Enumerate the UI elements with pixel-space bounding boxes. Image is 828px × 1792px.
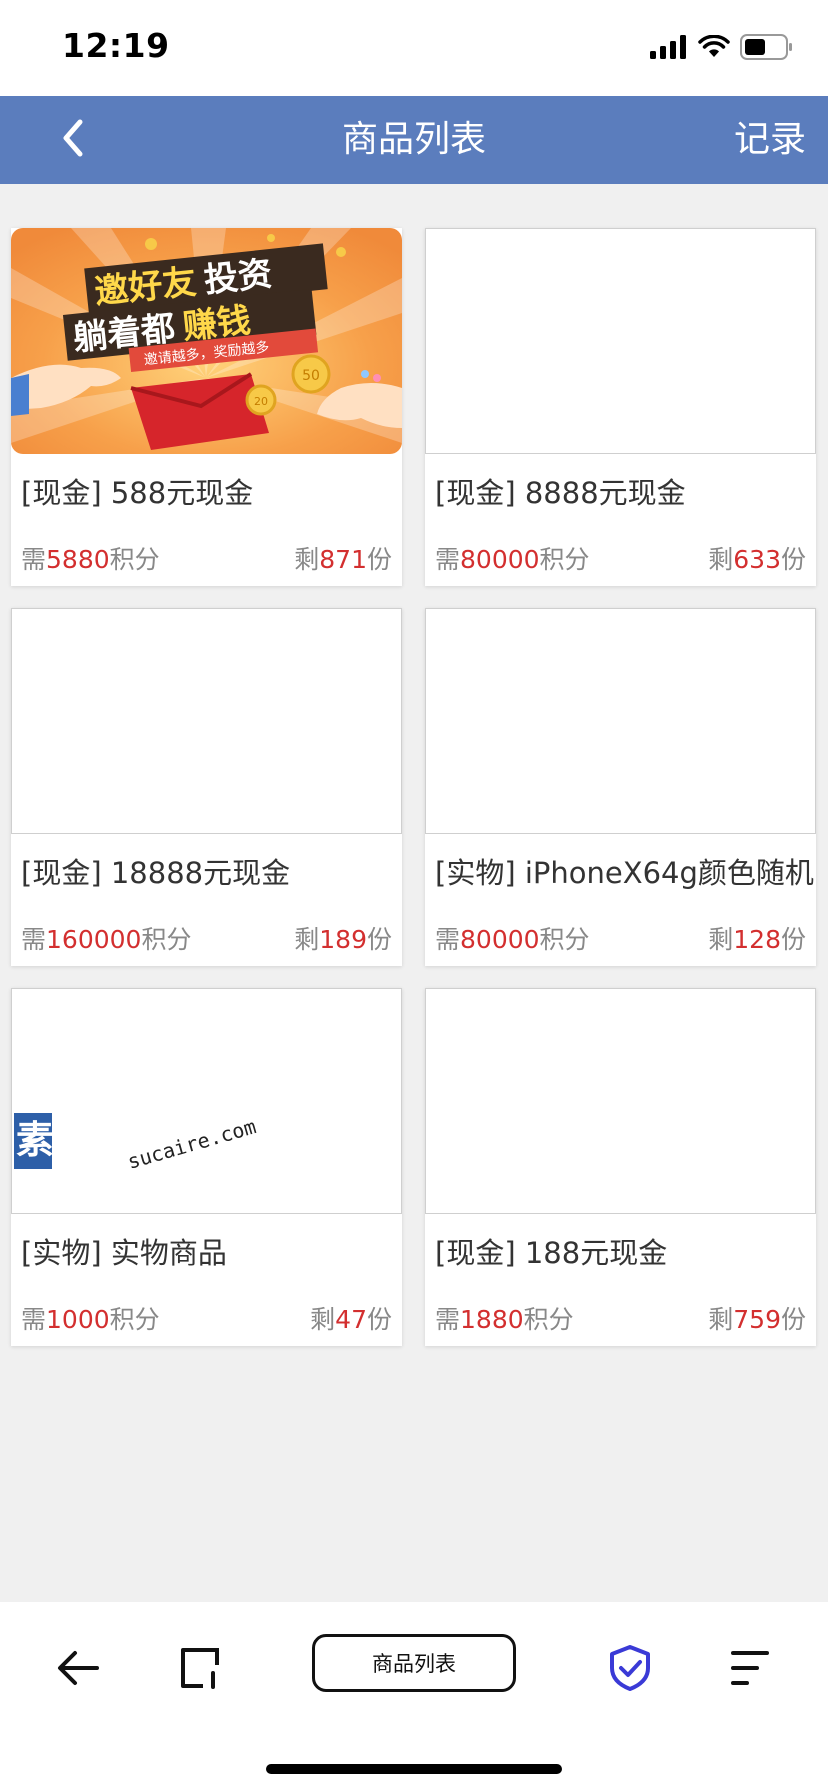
watermark-domain: sucaire.com [125, 1114, 259, 1174]
product-card[interactable]: 邀好友 投资 躺着都 赚钱 邀请越多，奖励越多 50 20 [现金] 588元现… [11, 228, 402, 586]
app-header: 商品列表 记录 [0, 96, 828, 184]
status-icons [650, 34, 794, 64]
points-value: 1880 [460, 1305, 524, 1334]
home-indicator [266, 1764, 562, 1774]
product-name: [现金] 8888元现金 [435, 476, 686, 510]
points-value: 160000 [46, 925, 142, 954]
battery-icon [740, 34, 794, 64]
status-bar: 12:19 [0, 0, 828, 96]
product-name: [实物] 实物商品 [21, 1236, 227, 1270]
stock-value: 759 [733, 1305, 781, 1334]
product-image-placeholder [11, 608, 402, 834]
product-meta: 需1000积分 剩47份 [21, 1300, 392, 1336]
product-image-placeholder [425, 988, 816, 1214]
stock-remaining: 剩189份 [294, 925, 392, 954]
product-image-placeholder [425, 608, 816, 834]
points-value: 1000 [46, 1305, 110, 1334]
points-required: 需80000积分 [435, 545, 590, 574]
product-card[interactable]: [现金] 8888元现金 需80000积分 剩633份 [425, 228, 816, 586]
points-required: 需160000积分 [21, 925, 192, 954]
points-value: 80000 [460, 925, 540, 954]
toolbar-back-button[interactable] [48, 1640, 108, 1700]
stock-value: 633 [733, 545, 781, 574]
signal-icon [650, 35, 688, 63]
stock-remaining: 剩871份 [294, 545, 392, 574]
product-image-banner: 邀好友 投资 躺着都 赚钱 邀请越多，奖励越多 50 20 [11, 228, 402, 454]
stock-remaining: 剩759份 [708, 1305, 806, 1334]
record-link[interactable]: 记录 [734, 96, 806, 184]
tabs-icon [177, 1645, 223, 1695]
product-name: [实物] iPhoneX64g颜色随机 [435, 856, 814, 890]
current-page-pill[interactable]: 商品列表 [312, 1634, 516, 1692]
product-name: [现金] 18888元现金 [21, 856, 291, 890]
product-meta: 需5880积分 剩871份 [21, 540, 392, 576]
product-name: [现金] 588元现金 [21, 476, 254, 510]
points-required: 需1880积分 [435, 1305, 574, 1334]
status-time: 12:19 [62, 26, 170, 65]
product-meta: 需1880积分 剩759份 [435, 1300, 806, 1336]
shield-check-icon [607, 1644, 653, 1696]
points-required: 需80000积分 [435, 925, 590, 954]
product-card[interactable]: [现金] 188元现金 需1880积分 剩759份 [425, 988, 816, 1346]
product-name: [现金] 188元现金 [435, 1236, 668, 1270]
watermark-brand: 素材熱 [16, 1118, 130, 1162]
page-title: 商品列表 [341, 119, 486, 160]
menu-lines-icon [727, 1648, 773, 1692]
stock-remaining: 剩47份 [310, 1305, 392, 1334]
stock-value: 47 [335, 1305, 367, 1334]
product-card[interactable]: [实物] iPhoneX64g颜色随机 需80000积分 剩128份 [425, 608, 816, 966]
banner-line1-b: 投资 [202, 254, 274, 301]
stock-remaining: 剩128份 [708, 925, 806, 954]
security-shield-button[interactable] [600, 1640, 660, 1700]
stock-value: 189 [319, 925, 367, 954]
product-image-placeholder [425, 228, 816, 454]
product-card[interactable]: [现金] 18888元现金 需160000积分 剩189份 [11, 608, 402, 966]
arrow-left-icon [55, 1648, 101, 1692]
points-value: 80000 [460, 545, 540, 574]
stock-value: 128 [733, 925, 781, 954]
product-meta: 需80000积分 剩633份 [435, 540, 806, 576]
wifi-icon [698, 34, 730, 63]
product-meta: 需80000积分 剩128份 [435, 920, 806, 956]
product-card[interactable]: 素材熱 sucaire.com [实物] 实物商品 需1000积分 剩47份 [11, 988, 402, 1346]
points-required: 需5880积分 [21, 545, 160, 574]
coin-label-2: 20 [254, 395, 268, 408]
stock-remaining: 剩633份 [708, 545, 806, 574]
product-meta: 需160000积分 剩189份 [21, 920, 392, 956]
points-value: 5880 [46, 545, 110, 574]
toolbar-menu-button[interactable] [720, 1640, 780, 1700]
product-image-watermark: 素材熱 sucaire.com [11, 988, 402, 1214]
coin-label-1: 50 [302, 368, 320, 384]
points-required: 需1000积分 [21, 1305, 160, 1334]
stock-value: 871 [319, 545, 367, 574]
toolbar-tabs-button[interactable] [170, 1640, 230, 1700]
